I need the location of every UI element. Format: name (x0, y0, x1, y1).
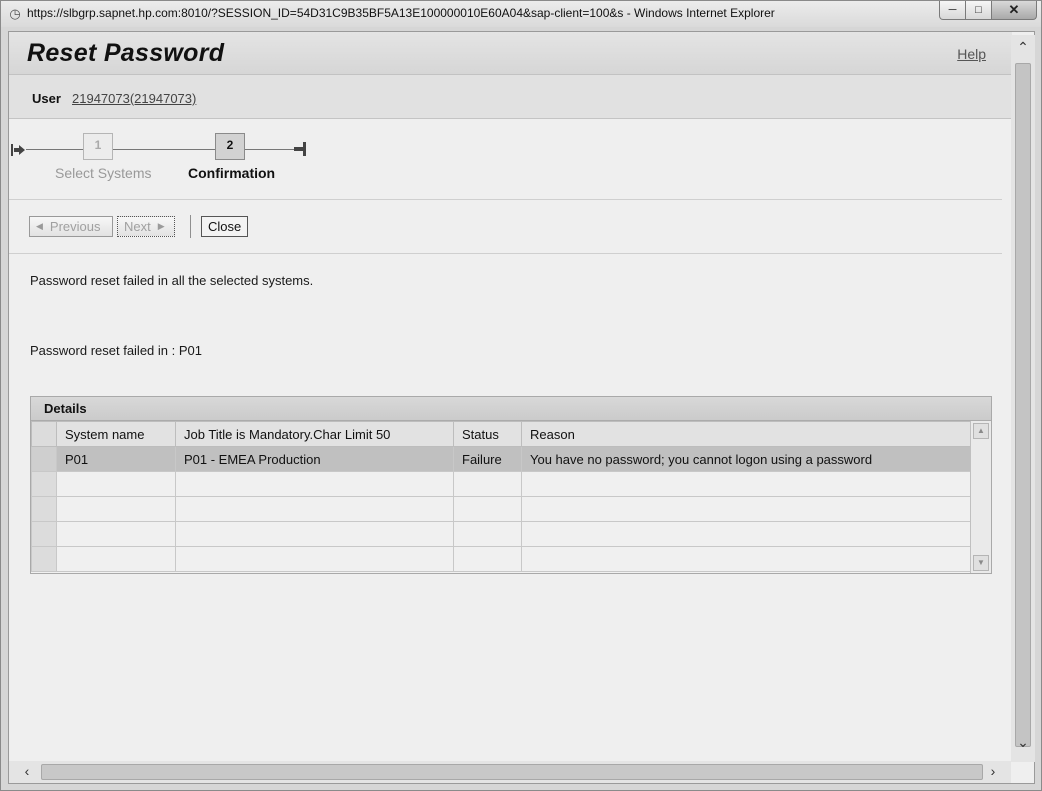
chevron-left-icon: ◀ (36, 221, 43, 231)
ie-page-icon: ◷ (9, 6, 21, 21)
next-button[interactable]: Next ▶ (117, 216, 175, 237)
chevron-right-icon: ▶ (157, 221, 165, 231)
previous-label: Previous (49, 219, 101, 234)
chevron-right-icon[interactable]: › (983, 763, 1003, 781)
table-cell: P01 (56, 446, 176, 472)
table-cell (56, 521, 176, 547)
user-bar: User 21947073(21947073) (9, 75, 1012, 119)
help-link[interactable]: Help (957, 46, 986, 62)
table-cell (453, 496, 522, 522)
window-controls: ─ □ ✕ (939, 1, 1037, 21)
table-cell (453, 521, 522, 547)
column-header[interactable]: Reason (521, 421, 971, 447)
roadmap-step-1[interactable]: 1 (83, 133, 113, 160)
close-icon: ✕ (1008, 2, 1020, 17)
table-cell (175, 521, 454, 547)
minimize-icon: ─ (948, 4, 957, 16)
table-cell (175, 496, 454, 522)
vertical-scrollbar[interactable]: ⌃ ⌄ (1011, 35, 1035, 762)
table-row[interactable] (31, 471, 971, 497)
step-label-select-systems[interactable]: Select Systems (55, 165, 151, 181)
user-label: User (32, 91, 61, 106)
row-selector[interactable] (31, 446, 57, 472)
scroll-up-icon[interactable]: ▲ (973, 423, 989, 439)
table-cell (175, 471, 454, 497)
table-cell (521, 471, 971, 497)
column-header[interactable]: Status (453, 421, 522, 447)
table-row[interactable] (31, 546, 971, 572)
step-label-confirmation[interactable]: Confirmation (188, 165, 275, 181)
failed-systems-message: Password reset failed in : P01 (30, 343, 202, 358)
page-header: Reset Password Help (9, 32, 1012, 75)
table-cell (56, 471, 176, 497)
column-header[interactable]: System name (56, 421, 176, 447)
user-link[interactable]: 21947073(21947073) (72, 91, 196, 106)
row-selector[interactable] (31, 521, 57, 547)
details-table: System name Job Title is Mandatory.Char … (31, 421, 971, 572)
next-label: Next (124, 219, 151, 234)
roadmap-line (26, 149, 83, 150)
close-window-button[interactable]: ✕ (992, 1, 1037, 20)
table-row[interactable]: P01 P01 - EMEA Production Failure You ha… (31, 446, 971, 472)
table-cell: Failure (453, 446, 522, 472)
table-row[interactable] (31, 521, 971, 547)
divider (9, 199, 1002, 200)
chevron-up-icon[interactable]: ⌃ (1011, 39, 1035, 59)
table-cell (56, 546, 176, 572)
table-header-row: System name Job Title is Mandatory.Char … (31, 421, 971, 447)
minimize-button[interactable]: ─ (939, 1, 966, 20)
table-scrollbar[interactable]: ▲ ▼ (970, 421, 991, 573)
row-selector[interactable] (31, 471, 57, 497)
row-selector[interactable] (31, 496, 57, 522)
roadmap-line (245, 149, 295, 150)
previous-button[interactable]: ◀ Previous (29, 216, 113, 237)
roadmap-start-icon (11, 144, 25, 156)
roadmap-step-2[interactable]: 2 (215, 133, 245, 160)
column-header[interactable]: Job Title is Mandatory.Char Limit 50 (175, 421, 454, 447)
maximize-icon: □ (975, 4, 982, 16)
maximize-button[interactable]: □ (966, 1, 992, 20)
chevron-down-icon[interactable]: ⌄ (1011, 734, 1035, 754)
select-all-cell[interactable] (31, 421, 57, 447)
row-selector[interactable] (31, 546, 57, 572)
page-title: Reset Password (27, 39, 225, 67)
table-cell (175, 546, 454, 572)
table-row[interactable] (31, 496, 971, 522)
table-cell (453, 471, 522, 497)
window-title: https://slbgrp.sapnet.hp.com:8010/?SESSI… (27, 6, 775, 20)
page-content: Reset Password Help User 21947073(219470… (8, 31, 1035, 784)
roadmap-end-icon (294, 142, 306, 156)
table-cell (56, 496, 176, 522)
divider (9, 253, 1002, 254)
table-cell (521, 546, 971, 572)
toolbar-separator (190, 215, 191, 238)
table-cell (453, 546, 522, 572)
table-cell: You have no password; you cannot logon u… (521, 446, 971, 472)
vertical-scroll-thumb[interactable] (1015, 63, 1031, 747)
title-bar[interactable]: ◷ https://slbgrp.sapnet.hp.com:8010/?SES… (1, 1, 1041, 27)
summary-message: Password reset failed in all the selecte… (30, 273, 314, 288)
details-panel: Details System name Job Title is Mandato… (30, 396, 992, 574)
table-cell (521, 496, 971, 522)
chevron-left-icon[interactable]: ‹ (17, 763, 37, 781)
table-cell (521, 521, 971, 547)
browser-window: ◷ https://slbgrp.sapnet.hp.com:8010/?SES… (0, 0, 1042, 791)
table-cell: P01 - EMEA Production (175, 446, 454, 472)
roadmap-line (113, 149, 215, 150)
horizontal-scrollbar[interactable]: ‹ › (9, 761, 1011, 783)
scroll-down-icon[interactable]: ▼ (973, 555, 989, 571)
close-button[interactable]: Close (201, 216, 249, 237)
horizontal-scroll-thumb[interactable] (41, 764, 983, 780)
details-title: Details (31, 397, 991, 421)
